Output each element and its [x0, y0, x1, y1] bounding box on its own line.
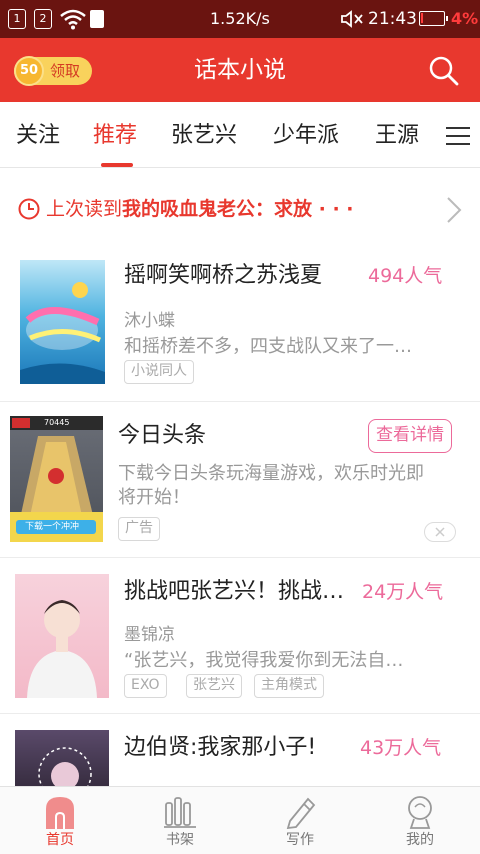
book-title: 边伯贤:我家那小子!	[124, 735, 317, 760]
list-item[interactable]: 挑战吧张艺兴！挑战… 24万人气 墨锦凉 “张艺兴，我觉得我爱你到无法自… EX…	[0, 558, 480, 714]
popularity-count: 494人气	[368, 265, 443, 287]
chevron-right-icon	[447, 197, 462, 223]
book-summary: 和摇桥差不多，四支战队又来了一…	[124, 336, 412, 357]
book-cover	[20, 260, 105, 384]
tab-shaonianpai[interactable]: 少年派	[273, 122, 339, 150]
battery-percent: 4%	[451, 9, 479, 28]
clock-time: 21:43	[368, 9, 417, 29]
book-cover	[15, 574, 109, 698]
nav-profile[interactable]: 我的	[360, 787, 480, 854]
book-tag[interactable]: 主角模式	[254, 674, 324, 698]
sim1-indicator: 1	[8, 9, 26, 29]
ad-cover-score: 70445	[44, 418, 70, 427]
book-summary: “张艺兴，我觉得我爱你到无法自…	[124, 650, 404, 671]
nav-bookshelf[interactable]: 书架	[120, 787, 240, 854]
book-tag[interactable]: 小说同人	[124, 360, 194, 384]
ad-tag: 广告	[118, 517, 160, 541]
search-icon[interactable]	[428, 55, 460, 87]
book-author: 沐小蝶	[124, 311, 175, 331]
book-tag[interactable]: 张艺兴	[186, 674, 242, 698]
ad-title: 今日头条	[118, 423, 207, 448]
nav-home[interactable]: 首页	[0, 787, 120, 854]
category-tabs: 关注 推荐 张艺兴 少年派 王源	[0, 102, 480, 168]
wifi-icon	[60, 9, 86, 30]
ad-desc-line1: 下载今日头条玩海量游戏，欢乐时光即	[118, 463, 424, 484]
tab-recommended[interactable]: 推荐	[93, 122, 137, 150]
book-cover	[15, 730, 109, 786]
list-item[interactable]: 边伯贤:我家那小子! 43万人气	[0, 714, 480, 786]
tab-wang-yuan[interactable]: 王源	[375, 122, 419, 150]
ad-cover-caption: 下载一个冲冲	[25, 522, 80, 532]
home-arch-icon	[46, 797, 74, 829]
tab-zhang-yixing[interactable]: 张艺兴	[171, 122, 237, 150]
sd-card-icon	[90, 10, 104, 28]
sim2-indicator: 2	[34, 9, 52, 29]
last-read-title: 我的吸血鬼老公：求放 · · ·	[122, 198, 354, 220]
nav-write[interactable]: 写作	[240, 787, 360, 854]
close-icon	[435, 527, 445, 537]
clock-icon	[18, 198, 40, 220]
nav-home-label: 首页	[46, 832, 74, 848]
book-title: 挑战吧张艺兴！挑战…	[124, 579, 345, 604]
nav-profile-label: 我的	[406, 832, 434, 848]
popularity-count: 24万人气	[362, 581, 444, 603]
nav-bookshelf-label: 书架	[166, 832, 194, 848]
nav-write-label: 写作	[286, 832, 314, 848]
popularity-count: 43万人气	[360, 737, 442, 759]
net-speed: 1.52K/s	[210, 9, 270, 28]
status-bar: 1 2 1.52K/s 21:43 4%	[0, 0, 480, 38]
book-tag[interactable]: EXO	[124, 674, 167, 698]
app-title: 话本小说	[194, 57, 286, 83]
bottom-navigation: 首页 书架 写作 我的	[0, 786, 480, 854]
book-title: 摇啊笑啊桥之苏浅夏	[124, 263, 323, 288]
last-read-banner[interactable]: 上次读到我的吸血鬼老公：求放 · · ·	[0, 186, 480, 232]
pencil-icon	[286, 797, 316, 829]
last-read-prefix: 上次读到	[46, 198, 123, 220]
ad-cover: 70445 下载一个冲冲	[10, 416, 103, 542]
last-read-text: 上次读到我的吸血鬼老公：求放 · · ·	[46, 197, 354, 221]
book-author: 墨锦凉	[124, 625, 175, 645]
mute-icon	[341, 10, 363, 28]
ad-item[interactable]: 70445 下载一个冲冲 今日头条 查看详情 下载今日头条玩海量游戏，欢乐时光即…	[0, 402, 480, 558]
list-item[interactable]: 摇啊笑啊桥之苏浅夏 494人气 沐小蝶 和摇桥差不多，四支战队又来了一… 小说同…	[0, 246, 480, 402]
tab-follow[interactable]: 关注	[16, 122, 60, 150]
app-header: 50 领取 话本小说	[0, 38, 480, 102]
ad-desc-line2: 将开始！	[118, 487, 190, 508]
active-tab-indicator	[101, 163, 133, 167]
bookshelf-icon	[164, 797, 196, 828]
battery-icon	[419, 11, 448, 26]
profile-icon	[408, 796, 432, 829]
ad-close-button[interactable]	[424, 522, 456, 542]
view-details-button[interactable]: 查看详情	[368, 419, 452, 453]
menu-icon[interactable]	[446, 126, 470, 146]
